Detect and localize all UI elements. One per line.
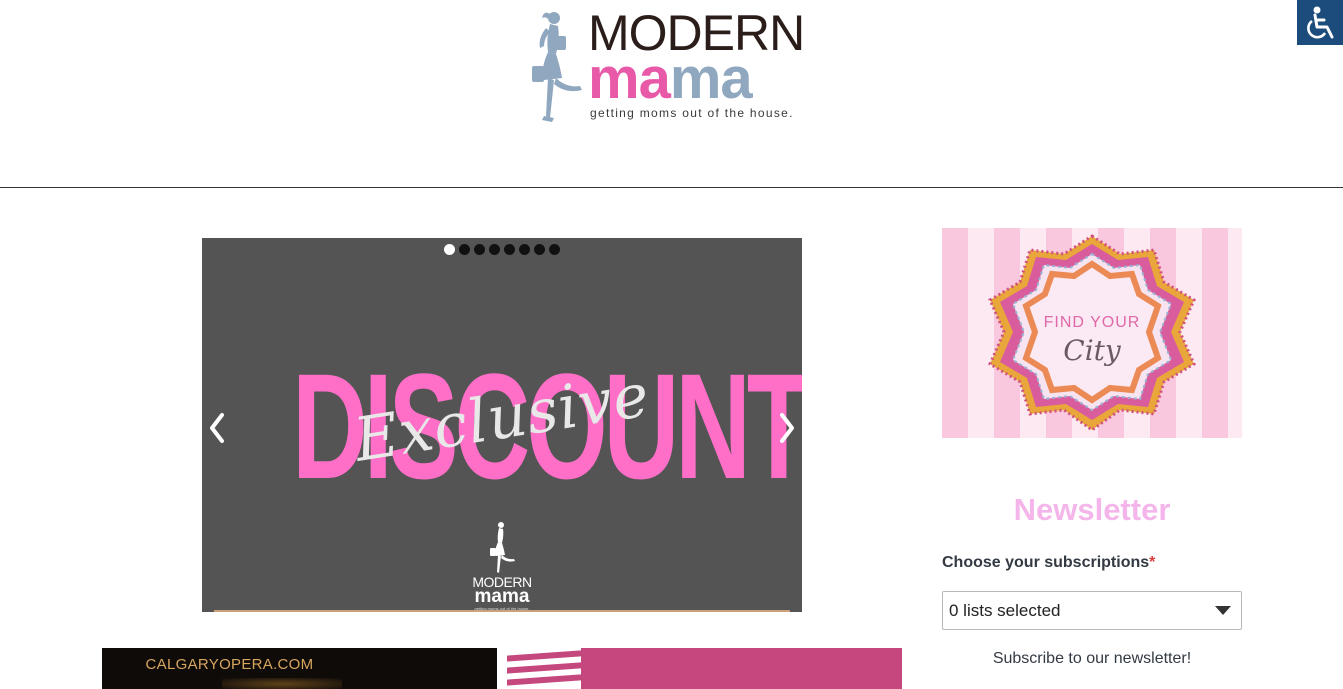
- slider-dot-6[interactable]: [519, 244, 530, 255]
- city-banner-line2: City: [1063, 334, 1121, 367]
- header-divider: [0, 187, 1343, 188]
- slider-prev-button[interactable]: [202, 408, 232, 448]
- scalloped-badge-icon: [988, 234, 1196, 432]
- caret-down-icon: [1215, 606, 1231, 615]
- logo-mama-part2: ma: [669, 46, 753, 111]
- subscriptions-select[interactable]: 0 lists selected: [942, 591, 1242, 630]
- calgary-opera-ad[interactable]: CALGARYOPERA.COM: [102, 648, 497, 689]
- promo-stripe: [507, 662, 581, 674]
- slider-dot-2[interactable]: [459, 244, 470, 255]
- logo-mama-text: mama: [588, 50, 753, 108]
- pink-promo-tile[interactable]: [507, 648, 902, 689]
- logo-tagline: getting moms out of the house.: [590, 106, 794, 120]
- slider-bottom-rule: [214, 610, 790, 612]
- promo-stripes: [507, 648, 581, 689]
- required-marker: *: [1149, 554, 1156, 571]
- subscribe-text: Subscribe to our newsletter!: [992, 650, 1192, 667]
- slider-dot-3[interactable]: [474, 244, 485, 255]
- page: MODERN mama getting moms out of the hous…: [0, 0, 1343, 689]
- hero-slider[interactable]: DISCOUNTS Exclusive MODERN mama getting …: [202, 238, 802, 612]
- slide-mini-logo: MODERN mama getting moms out of the hous…: [467, 520, 537, 611]
- slider-dot-1[interactable]: [444, 244, 455, 255]
- accessibility-button[interactable]: [1297, 0, 1343, 45]
- site-logo[interactable]: MODERN mama getting moms out of the hous…: [526, 6, 826, 126]
- opera-stage-glow: [222, 678, 342, 689]
- mom-silhouette-icon: [532, 12, 582, 122]
- slide-logo-mama: mama: [474, 586, 530, 607]
- promo-stripe: [507, 674, 581, 686]
- promo-stripe: [507, 650, 581, 662]
- logo-mama-part1: ma: [588, 46, 671, 111]
- subscriptions-select-value: 0 lists selected: [949, 601, 1061, 620]
- slider-next-button[interactable]: [772, 408, 802, 448]
- slider-dot-5[interactable]: [504, 244, 515, 255]
- slider-dot-7[interactable]: [534, 244, 545, 255]
- subscriptions-label-text: Choose your subscriptions: [942, 554, 1150, 571]
- subscriptions-label: Choose your subscriptions*: [942, 554, 1155, 572]
- calgary-opera-text: CALGARYOPERA.COM: [145, 656, 314, 673]
- mom-silhouette-icon: [490, 522, 515, 573]
- chevron-left-icon: [210, 413, 224, 443]
- newsletter-heading: Newsletter: [1013, 492, 1171, 527]
- find-your-city-banner[interactable]: FIND YOUR City: [942, 228, 1242, 438]
- slider-dot-4[interactable]: [489, 244, 500, 255]
- slider-dot-8[interactable]: [549, 244, 560, 255]
- chevron-right-icon: [780, 413, 794, 443]
- wheelchair-icon: [1307, 6, 1334, 38]
- slider-pagination: [202, 244, 802, 255]
- city-banner-line1: FIND YOUR: [1043, 314, 1141, 331]
